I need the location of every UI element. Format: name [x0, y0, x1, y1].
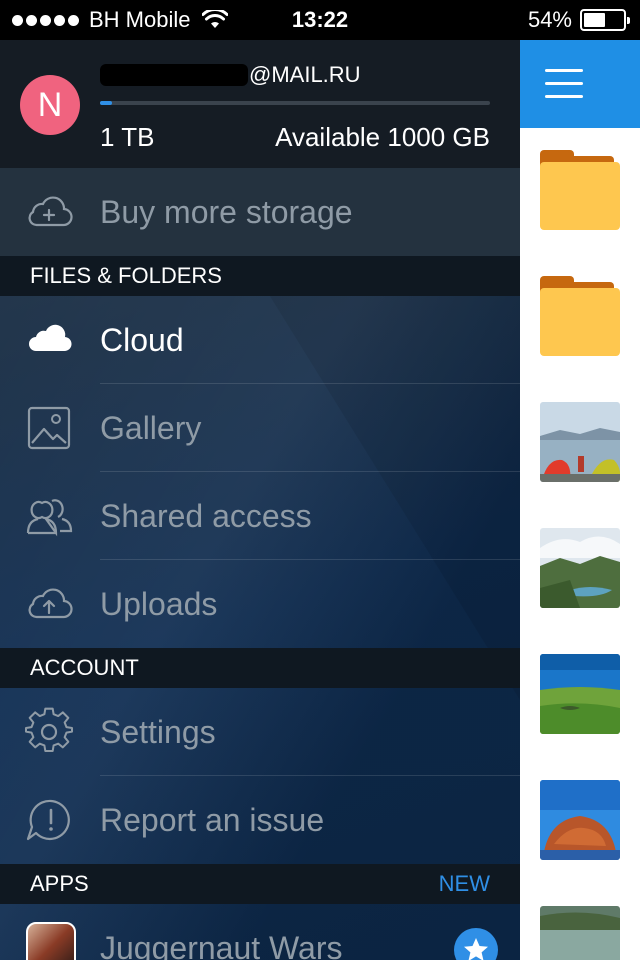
- photo-thumbnail[interactable]: [540, 780, 620, 860]
- star-icon[interactable]: [454, 928, 498, 960]
- image-icon: [27, 406, 71, 450]
- section-files-folders: FILES & FOLDERS: [0, 256, 520, 296]
- photo-thumbnail[interactable]: [540, 402, 620, 482]
- battery-icon: [580, 9, 630, 31]
- email-domain: @MAIL.RU: [249, 62, 361, 87]
- storage-usage-bar: [100, 101, 490, 105]
- file-list-preview: [520, 40, 640, 960]
- new-badge: NEW: [438, 871, 490, 896]
- section-apps-label: APPS: [30, 871, 89, 896]
- gear-icon: [24, 707, 74, 753]
- nav-item-gallery-label: Gallery: [100, 410, 202, 446]
- account-header[interactable]: N @MAIL.RU 1 TB Available 1000 GB: [0, 40, 520, 168]
- status-bar: BH Mobile 13:22 54%: [0, 0, 640, 40]
- nav-item-report-issue-label: Report an issue: [100, 802, 325, 838]
- photo-thumbnail[interactable]: [540, 654, 620, 734]
- storage-usage-fill: [100, 101, 112, 105]
- avatar[interactable]: N: [20, 75, 80, 135]
- photo-thumbnail[interactable]: [540, 906, 620, 960]
- folder-icon[interactable]: [540, 276, 620, 356]
- nav-item-cloud[interactable]: Cloud: [0, 296, 520, 384]
- app-item-juggernaut-wars[interactable]: Juggernaut Wars: [0, 904, 520, 960]
- nav-item-cloud-label: Cloud: [100, 322, 184, 358]
- nav-item-settings-label: Settings: [100, 714, 216, 750]
- folder-icon[interactable]: [540, 150, 620, 230]
- app-item-juggernaut-wars-label: Juggernaut Wars: [100, 930, 343, 960]
- menu-button[interactable]: [520, 40, 640, 128]
- alert-icon: [26, 799, 70, 841]
- status-right: 54%: [527, 0, 630, 40]
- nav-item-uploads[interactable]: Uploads: [0, 560, 520, 648]
- photo-thumbnail[interactable]: [540, 528, 620, 608]
- cloud-icon: [29, 324, 72, 352]
- storage-available: Available 1000 GB: [275, 122, 490, 152]
- people-icon: [26, 499, 73, 537]
- battery-level: [584, 13, 605, 27]
- buy-more-storage-label: Buy more storage: [100, 194, 353, 230]
- account-email: @MAIL.RU: [100, 62, 361, 88]
- nav-item-shared-access-label: Shared access: [100, 498, 312, 534]
- buy-more-storage-button[interactable]: Buy more storage: [0, 168, 520, 256]
- nav-item-settings[interactable]: Settings: [0, 688, 520, 776]
- section-apps: APPS NEW: [0, 864, 520, 904]
- redacted-username: [100, 64, 248, 86]
- nav-item-report-issue[interactable]: Report an issue: [0, 776, 520, 864]
- nav-item-gallery[interactable]: Gallery: [0, 384, 520, 472]
- juggernaut-wars-app-icon: [26, 922, 76, 960]
- section-account: ACCOUNT: [0, 648, 520, 688]
- navigation-drawer: N @MAIL.RU 1 TB Available 1000 GB Buy mo…: [0, 40, 520, 960]
- cloud-plus-icon: [28, 196, 73, 227]
- storage-total: 1 TB: [100, 122, 155, 152]
- nav-item-shared-access[interactable]: Shared access: [0, 472, 520, 560]
- nav-item-uploads-label: Uploads: [100, 586, 218, 622]
- battery-percent: 54%: [527, 7, 572, 32]
- cloud-upload-icon: [28, 588, 73, 619]
